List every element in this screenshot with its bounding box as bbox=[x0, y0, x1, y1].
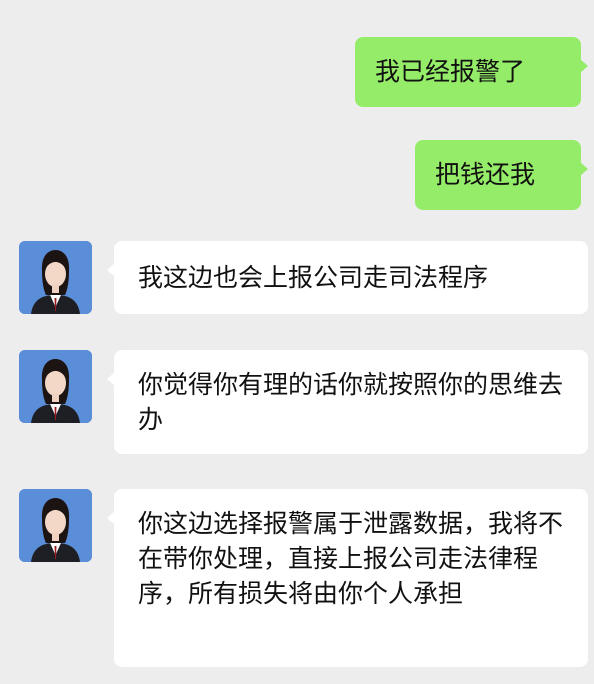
message-text: 把钱还我 bbox=[435, 160, 536, 189]
incoming-message-bubble[interactable]: 你这边选择报警属于泄露数据，我将不在带你处理，直接上报公司走法律程序，所有损失将… bbox=[107, 489, 588, 667]
contact-avatar[interactable] bbox=[19, 489, 92, 562]
profile-photo-icon bbox=[19, 489, 92, 562]
outgoing-message-bubble[interactable]: 我已经报警了 bbox=[355, 37, 588, 107]
outgoing-message-bubble[interactable]: 把钱还我 bbox=[415, 140, 588, 210]
message-text: 我已经报警了 bbox=[375, 57, 526, 86]
incoming-message-bubble[interactable]: 我这边也会上报公司走司法程序 bbox=[107, 241, 588, 314]
contact-avatar[interactable] bbox=[19, 350, 92, 423]
contact-avatar[interactable] bbox=[19, 241, 92, 314]
message-text: 你觉得你有理的话你就按照你的思维去办 bbox=[138, 370, 564, 434]
profile-photo-icon bbox=[19, 350, 92, 423]
message-text: 你这边选择报警属于泄露数据，我将不在带你处理，直接上报公司走法律程序，所有损失将… bbox=[138, 509, 564, 608]
message-text: 我这边也会上报公司走司法程序 bbox=[138, 263, 489, 292]
incoming-message-bubble[interactable]: 你觉得你有理的话你就按照你的思维去办 bbox=[107, 350, 588, 454]
profile-photo-icon bbox=[19, 241, 92, 314]
